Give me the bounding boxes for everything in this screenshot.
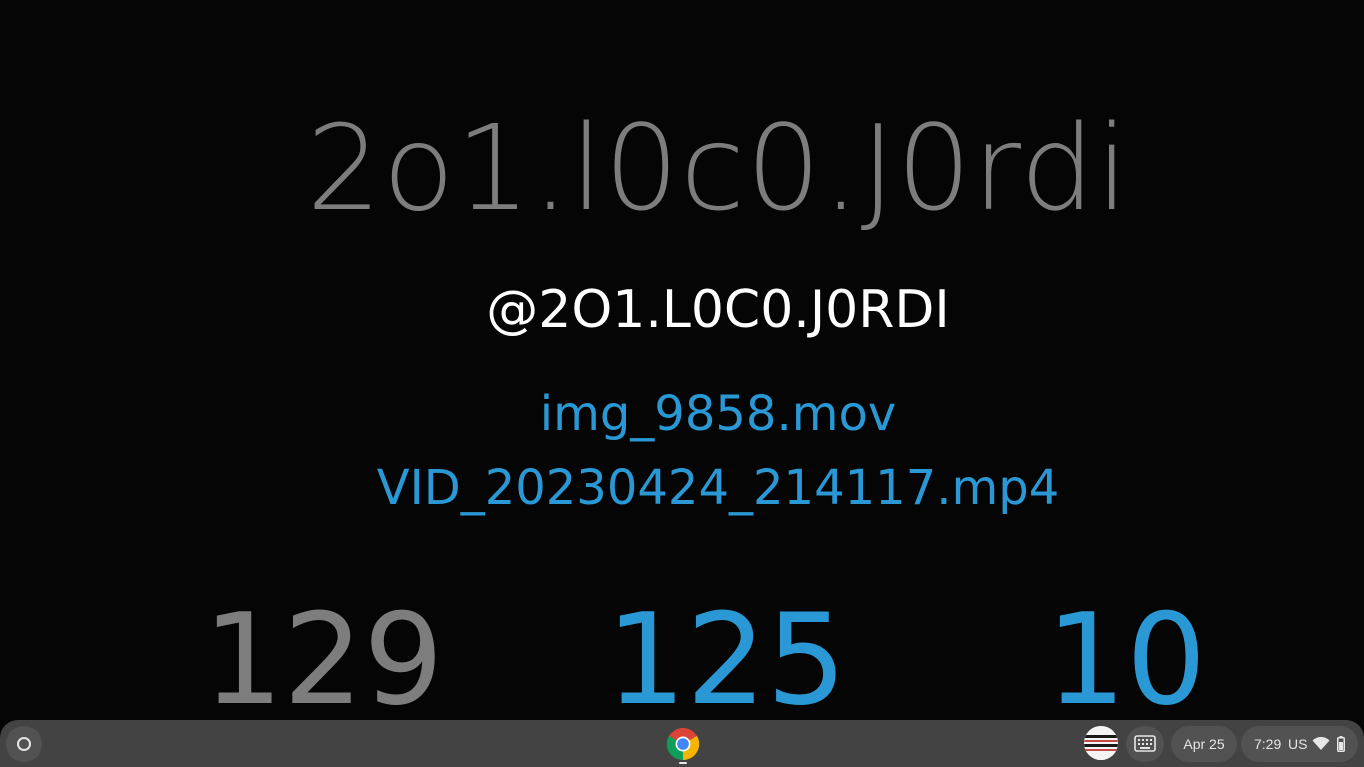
launcher-circle-icon <box>17 737 31 751</box>
profile-avatar-icon <box>1084 726 1118 760</box>
running-app-indicator <box>679 762 687 764</box>
handle: @2O1.L0C0.J0RDI <box>486 280 950 340</box>
shelf: Apr 25 7:29 US <box>0 720 1364 767</box>
wifi-icon <box>1312 737 1330 750</box>
shelf-avatar-button[interactable] <box>1084 726 1118 760</box>
display-name: 2o1.l0c0.J0rdi <box>306 99 1130 237</box>
keyboard-button[interactable] <box>1126 726 1164 762</box>
launcher-button[interactable] <box>6 726 42 762</box>
stat-value: 125 <box>606 586 847 733</box>
stat-value: 10 <box>1046 586 1207 733</box>
battery-icon <box>1337 736 1345 752</box>
stat-value: 129 <box>203 586 444 733</box>
input-method-label: US <box>1288 736 1308 752</box>
chrome-icon <box>666 728 700 761</box>
status-tray-button[interactable]: 7:29 US <box>1241 726 1358 762</box>
keyboard-icon <box>1134 735 1156 752</box>
file-link-mov[interactable]: img_9858.mov <box>0 384 1364 444</box>
chrome-app-button[interactable] <box>666 727 700 761</box>
screen: 2o1.l0c0.J0rdi @2O1.L0C0.J0RDI img_9858.… <box>0 0 1364 767</box>
clock-time: 7:29 <box>1254 736 1282 752</box>
date-tray-button[interactable]: Apr 25 <box>1171 726 1237 762</box>
file-link-mp4[interactable]: VID_20230424_214117.mp4 <box>0 458 1364 518</box>
